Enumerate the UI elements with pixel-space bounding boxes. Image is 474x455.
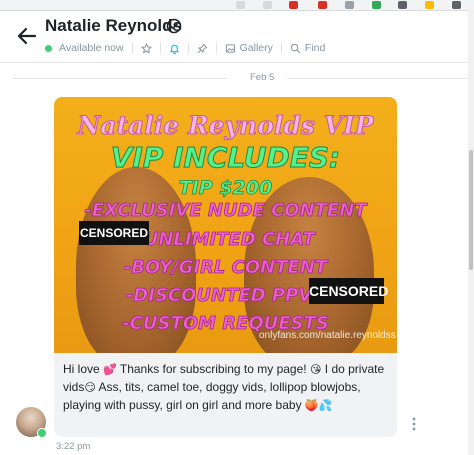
gallery-button[interactable]: Gallery	[225, 42, 273, 54]
image-watermark: onlyfans.com/natalie.reynoldss	[259, 330, 396, 341]
extension-icon[interactable]	[289, 1, 298, 9]
gallery-label: Gallery	[239, 42, 273, 54]
promo-image[interactable]: Natalie Reynolds VIP VIP INCLUDES: TIP $…	[54, 97, 397, 353]
smirk-emoji: 😏	[84, 382, 96, 394]
header-toolbar: Available now Gallery Find	[45, 40, 325, 56]
gallery-icon	[225, 43, 235, 53]
scrollbar-thumb[interactable]	[469, 150, 473, 270]
peach-emoji: 🍑	[304, 400, 319, 412]
availability-status: Available now	[59, 42, 124, 54]
find-label: Find	[304, 42, 326, 54]
pin-button[interactable]	[197, 43, 208, 54]
divider-line	[12, 78, 227, 79]
message-bubble: Natalie Reynolds VIP VIP INCLUDES: TIP $…	[54, 97, 397, 437]
extension-icon[interactable]	[318, 1, 327, 9]
censor-bar: CENSORED	[79, 221, 149, 245]
star-icon	[141, 42, 152, 53]
message-text[interactable]: Hi love 💕 Thanks for subscribing to my p…	[63, 361, 389, 415]
scrollbar[interactable]	[468, 10, 474, 455]
promo-title: Natalie Reynolds VIP	[77, 111, 374, 141]
divider	[159, 42, 161, 54]
more-vertical-icon	[412, 417, 416, 431]
divider-line	[287, 78, 468, 79]
divider	[280, 42, 282, 54]
promo-item: -EXCLUSIVE NUDE CONTENT	[84, 200, 367, 222]
divider	[215, 42, 217, 54]
extension-icon[interactable]	[263, 1, 272, 9]
online-indicator	[37, 428, 47, 438]
chat-header: Natalie Reynolds Available now Gallery F…	[0, 10, 468, 63]
censor-bar: CENSORED	[309, 278, 388, 304]
promo-item: -BOY/GIRL CONTENT	[123, 257, 328, 279]
back-button[interactable]	[14, 24, 40, 48]
online-indicator	[45, 44, 52, 52]
message-date: Feb 5	[250, 72, 275, 83]
bell-icon	[169, 44, 179, 54]
extension-icon[interactable]	[398, 1, 407, 9]
arrow-left-icon	[17, 27, 37, 45]
extension-icon[interactable]	[372, 1, 381, 9]
chat-page: Natalie Reynolds Available now Gallery F…	[0, 0, 474, 455]
splash-emoji: 💦	[318, 400, 333, 412]
notifications-button[interactable]	[169, 43, 180, 54]
message-timestamp: 3:22 pm	[56, 441, 91, 452]
two-hearts-emoji: 💕	[103, 364, 117, 376]
favorite-button[interactable]	[141, 42, 152, 54]
contact-name[interactable]: Natalie Reynolds	[45, 16, 182, 36]
message-options-button[interactable]	[409, 416, 419, 432]
promo-tip: TIP $200	[178, 177, 273, 200]
date-divider: Feb 5	[12, 72, 468, 84]
message-text-part: Thanks for subscribing to my page!	[119, 362, 307, 376]
promo-heading: VIP INCLUDES:	[110, 141, 341, 175]
extension-icon[interactable]	[345, 1, 354, 9]
divider	[187, 42, 189, 54]
extension-icon[interactable]	[425, 1, 434, 9]
message-text-part: Hi love	[63, 362, 100, 376]
extension-icon[interactable]	[236, 1, 245, 9]
extension-icon[interactable]	[452, 1, 461, 9]
find-button[interactable]: Find	[290, 42, 325, 54]
search-icon	[290, 43, 301, 53]
pin-icon	[197, 43, 207, 53]
verified-badge-icon	[166, 18, 182, 34]
divider	[131, 42, 133, 54]
kiss-emoji: 😘	[309, 364, 322, 376]
